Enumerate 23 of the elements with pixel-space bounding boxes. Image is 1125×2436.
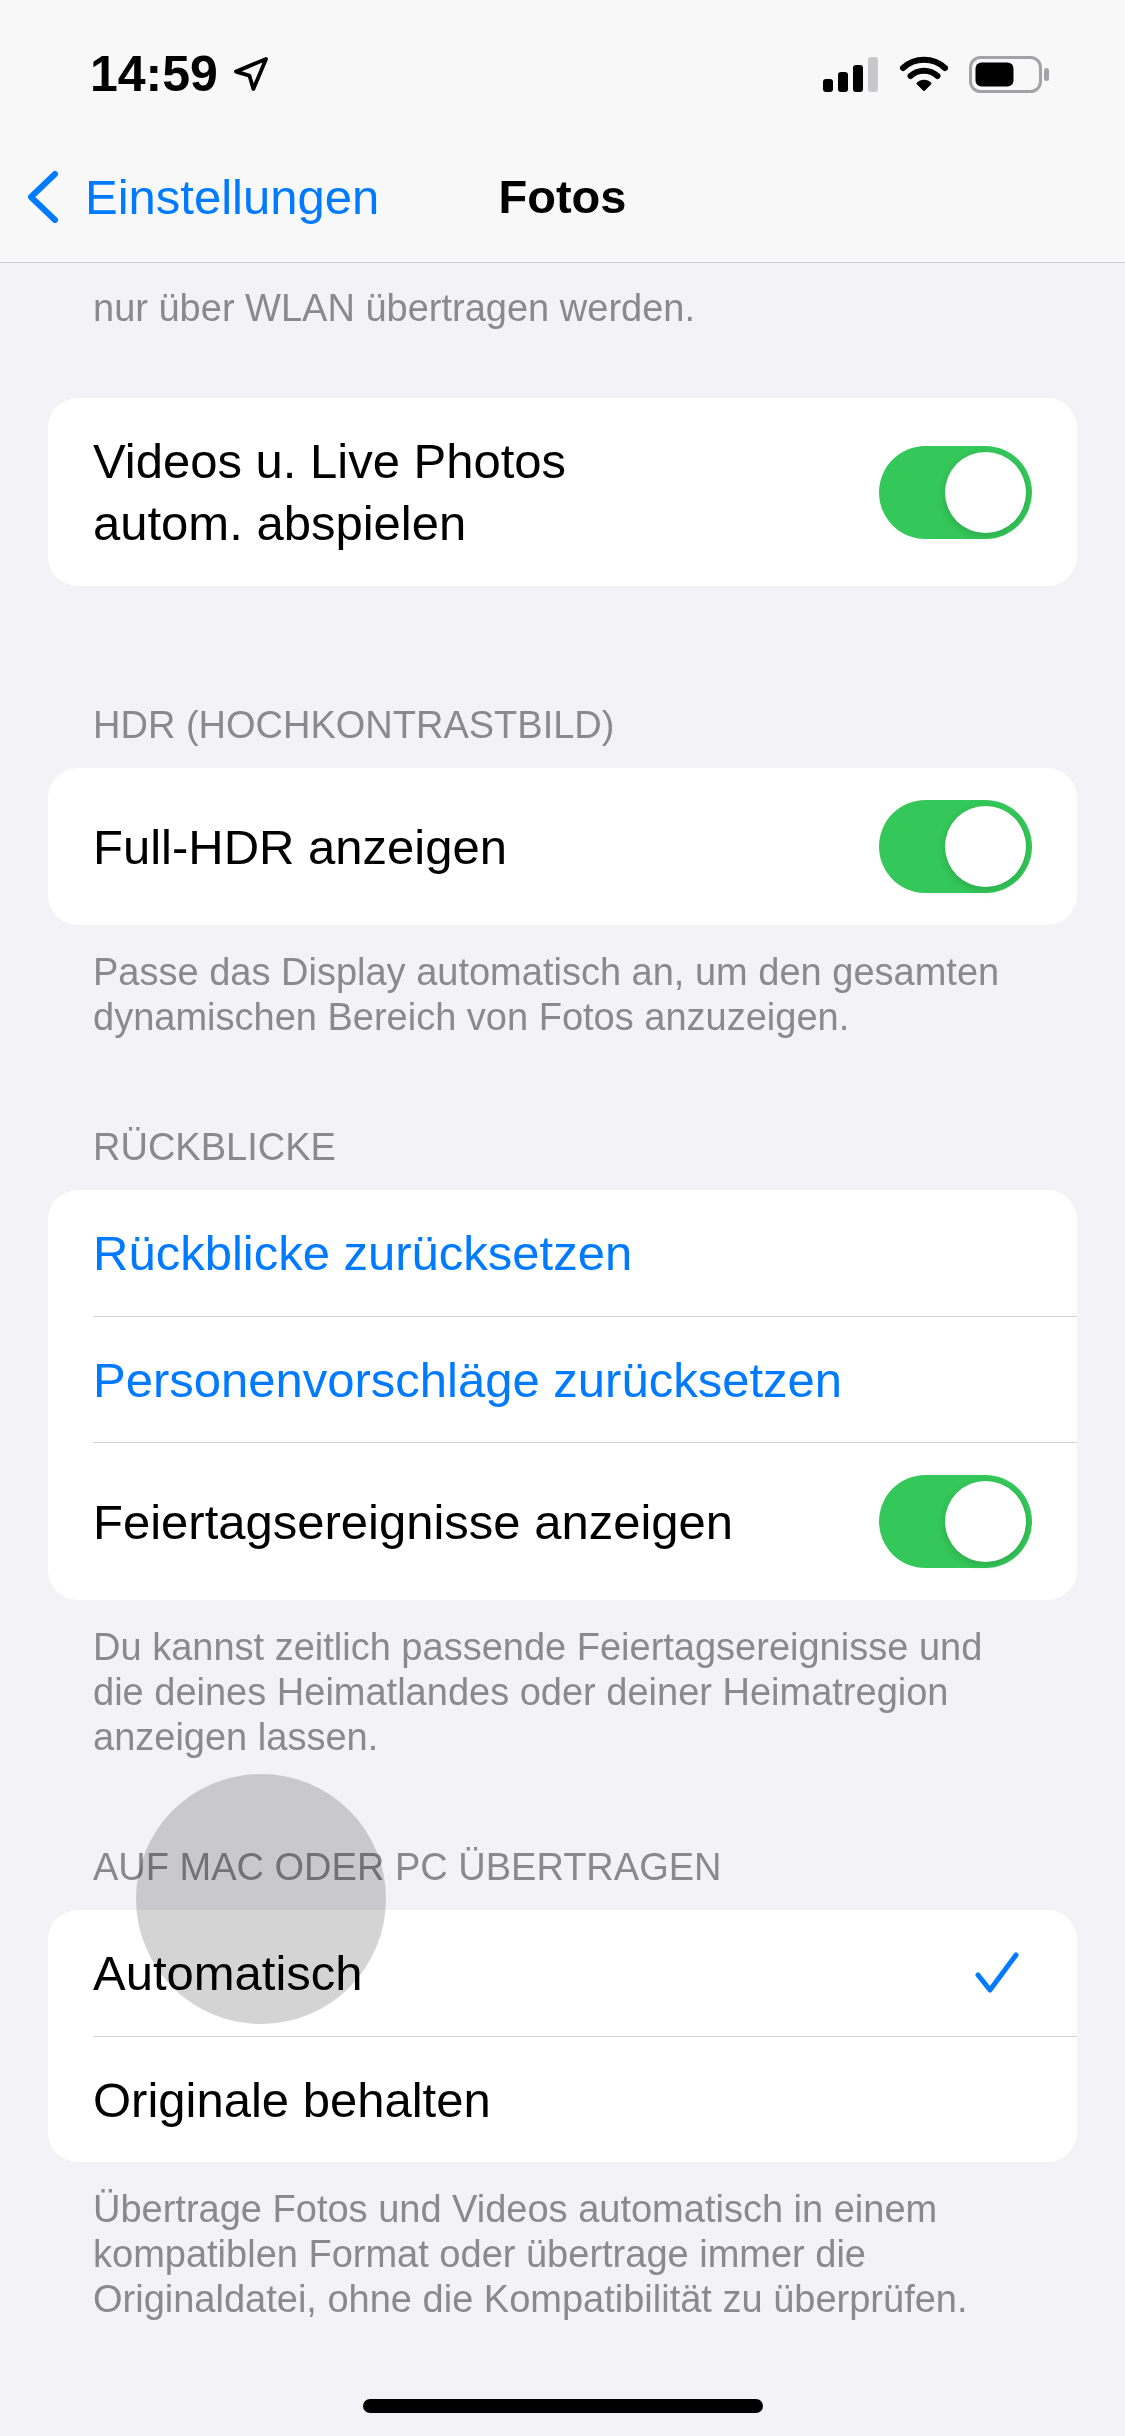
section-footer: nur über WLAN übertragen werden. bbox=[48, 263, 1077, 331]
setting-label: Videos u. Live Photos autom. abspielen bbox=[93, 433, 567, 552]
battery-icon bbox=[969, 55, 1049, 93]
section-header: RÜCKBLICKE bbox=[92, 1125, 337, 1170]
setting-label: Feiertagsereignisse anzeigen bbox=[93, 1493, 734, 1551]
location-arrow-icon bbox=[231, 55, 270, 93]
signal-icon bbox=[823, 56, 879, 92]
section-header: HDR (HOCHKONTRASTBILD) bbox=[92, 703, 616, 748]
section-footer: Passe das Display automatisch an, um den gesamten dynamischen Bereich von Fotos anzuzeigen. bbox=[48, 950, 1077, 1040]
status-time: 14:59 bbox=[90, 46, 218, 102]
nav-title: Fotos bbox=[498, 169, 627, 225]
section-footer: Übertrage Fotos und Videos automatisch in einem kompatiblen Format oder übertrage immer die Originaldatei, ohne die Kompatibilität zu überprüfen. bbox=[48, 2187, 1077, 2322]
section-header: AUF MAC ODER PC ÜBERTRAGEN bbox=[92, 1845, 723, 1890]
section-footer: Du kannst zeitlich passende Feiertagsereignisse und die deines Heimatlandes oder deiner Heimatregion anzeigen lassen. bbox=[48, 1625, 1077, 1760]
chevron-left-icon bbox=[27, 171, 59, 223]
option-item[interactable]: Originale behalten bbox=[93, 2037, 1077, 2162]
setting-label: Full-HDR anzeigen bbox=[93, 818, 507, 876]
checkmark-icon bbox=[975, 1952, 1019, 1994]
action-button[interactable]: Personenvorschläge zurücksetzen bbox=[93, 1317, 1077, 1442]
back-button[interactable]: Einstellungen bbox=[0, 167, 380, 227]
option-item[interactable]: Automatisch bbox=[93, 1910, 1077, 2036]
action-button[interactable]: Rückblicke zurücksetzen bbox=[93, 1190, 1077, 1316]
wifi-icon bbox=[899, 56, 949, 92]
